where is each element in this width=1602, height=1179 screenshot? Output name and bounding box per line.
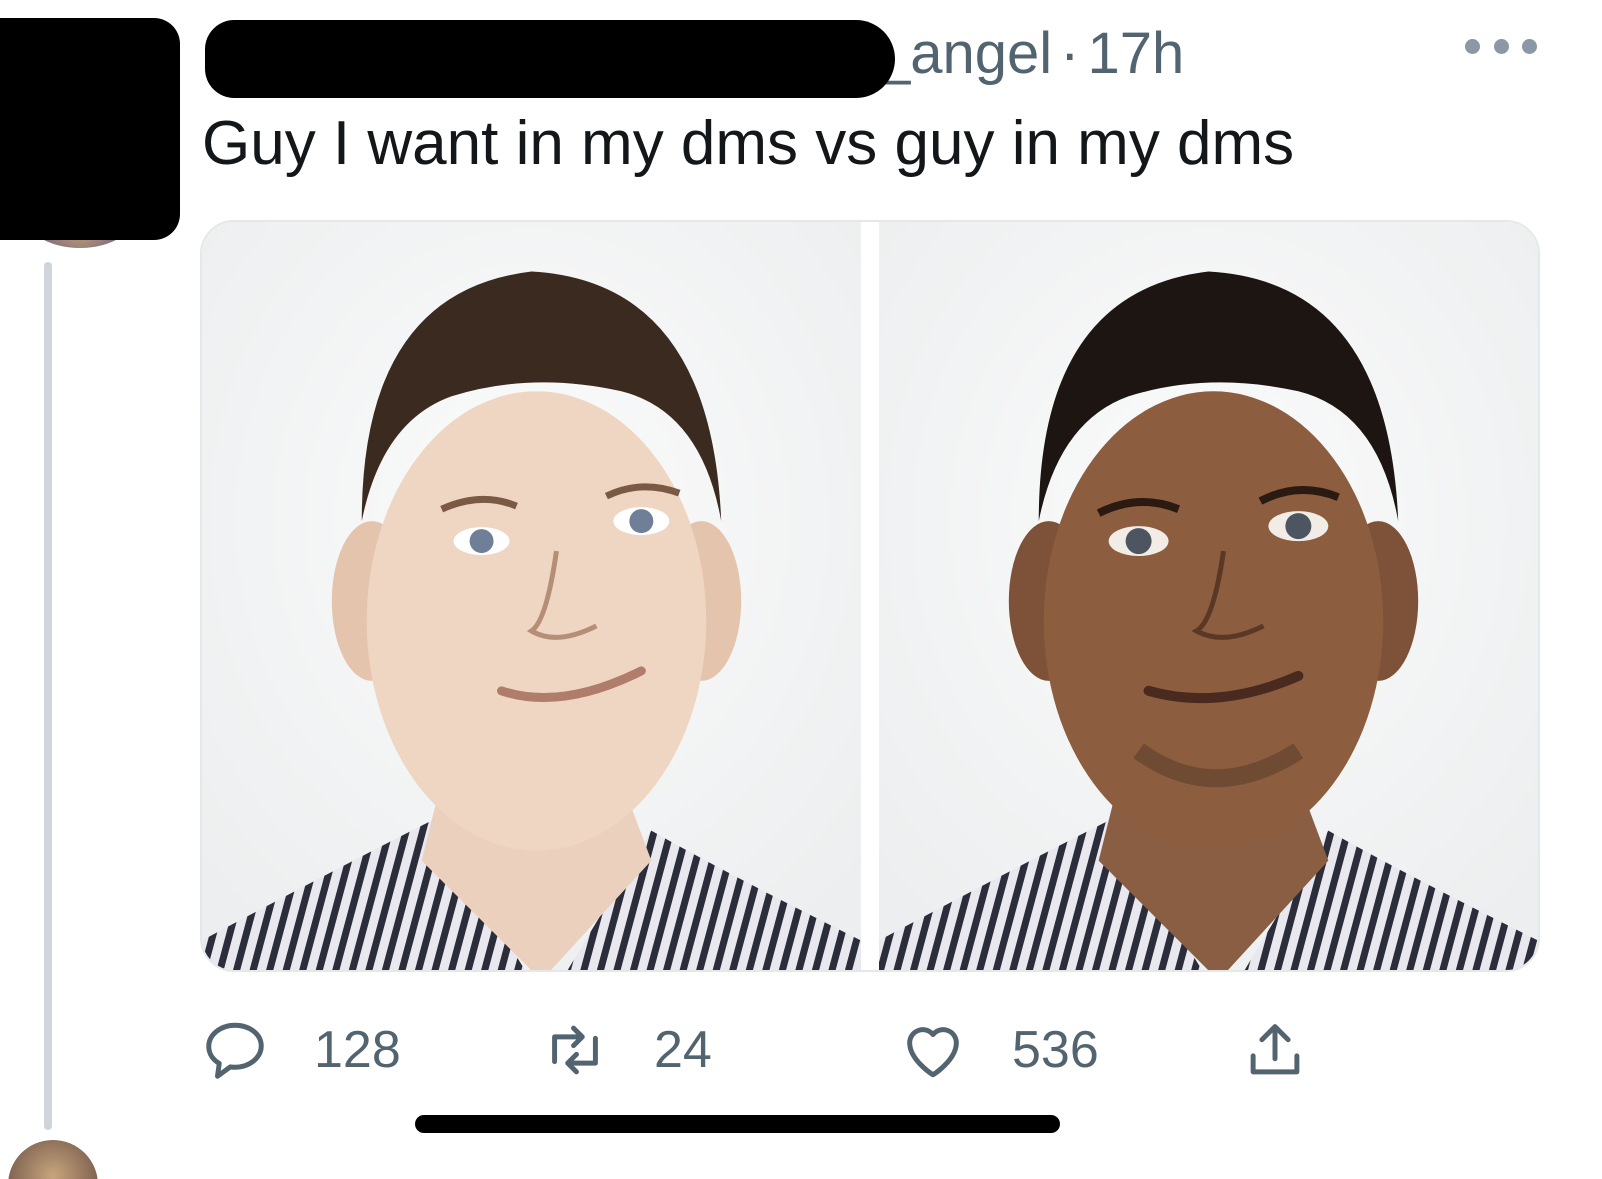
user-handle[interactable]: _angel: [878, 21, 1052, 86]
header-separator: ·: [1060, 21, 1080, 86]
next-reply-avatar[interactable]: [8, 1140, 98, 1179]
media-photo-left[interactable]: [202, 222, 861, 970]
home-indicator[interactable]: [415, 1115, 1060, 1133]
more-icon[interactable]: [1465, 36, 1537, 56]
reply-button[interactable]: 128: [200, 1010, 401, 1090]
retweet-count: 24: [654, 1021, 712, 1079]
tweet-timestamp[interactable]: 17h: [1088, 21, 1185, 86]
retweet-button[interactable]: 24: [540, 1010, 712, 1090]
avatar[interactable]: [0, 18, 180, 248]
more-dot: [1465, 38, 1480, 54]
reply-count: 128: [314, 1021, 401, 1079]
tweet-media[interactable]: [200, 220, 1540, 972]
media-photo-right[interactable]: [879, 222, 1538, 970]
photo-left-art: [202, 222, 861, 970]
display-name-redaction: [205, 20, 895, 98]
avatar-redaction: [0, 18, 180, 240]
retweet-icon: [552, 1025, 598, 1075]
reply-icon: [206, 1022, 264, 1079]
photo-right-art: [879, 222, 1538, 970]
tweet-screen: _angel · 17h Guy I want in my dms vs guy i…: [0, 0, 1602, 1179]
like-button[interactable]: 536: [898, 1010, 1099, 1090]
tweet-actions: 128 24 536: [200, 1010, 1340, 1090]
share-icon: [1250, 1024, 1300, 1075]
share-button[interactable]: [1240, 1010, 1310, 1090]
more-dot: [1493, 38, 1509, 54]
tweet-text: Guy I want in my dms vs guy in my dms: [202, 109, 1295, 178]
more-dot: [1522, 38, 1537, 54]
thread-line: [44, 262, 52, 1130]
like-icon: [907, 1027, 959, 1078]
like-count: 536: [1012, 1021, 1099, 1079]
